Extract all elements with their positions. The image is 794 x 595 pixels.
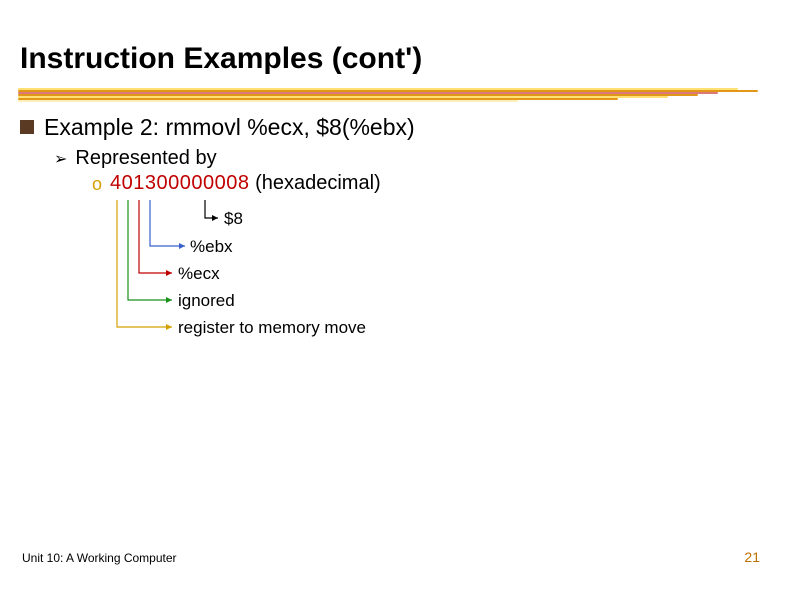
bullet-level3: o 401300000008 (hexadecimal)	[92, 172, 774, 196]
footer-page: 21	[744, 549, 760, 565]
slide: Instruction Examples (cont') Example 2: …	[0, 0, 794, 595]
footer-unit: Unit 10: A Working Computer	[22, 551, 177, 565]
bullet-level2: ➢ Represented by	[54, 147, 774, 170]
hex-value: 401300000008	[110, 172, 249, 194]
annotation-r2m: register to memory move	[178, 318, 366, 338]
o-bullet-icon: o	[92, 172, 102, 196]
slide-title: Instruction Examples (cont')	[20, 42, 422, 76]
triangle-bullet-icon: ➢	[54, 149, 67, 171]
represented-by-label: Represented by	[75, 147, 216, 170]
square-bullet-icon	[20, 120, 34, 134]
example-text: Example 2: rmmovl %ecx, $8(%ebx)	[44, 114, 415, 141]
annotation-ignored: ignored	[178, 291, 235, 311]
hex-paren: (hexadecimal)	[255, 172, 381, 194]
annotation-ebx: %ebx	[190, 237, 233, 257]
annotation-diagram: $8 %ebx %ecx ignored register to memory …	[90, 200, 590, 400]
title-underline	[18, 86, 778, 104]
annotation-dollar8: $8	[224, 209, 243, 229]
bullet-level1: Example 2: rmmovl %ecx, $8(%ebx)	[20, 114, 774, 141]
slide-body: Example 2: rmmovl %ecx, $8(%ebx) ➢ Repre…	[20, 114, 774, 196]
annotation-ecx: %ecx	[178, 264, 220, 284]
